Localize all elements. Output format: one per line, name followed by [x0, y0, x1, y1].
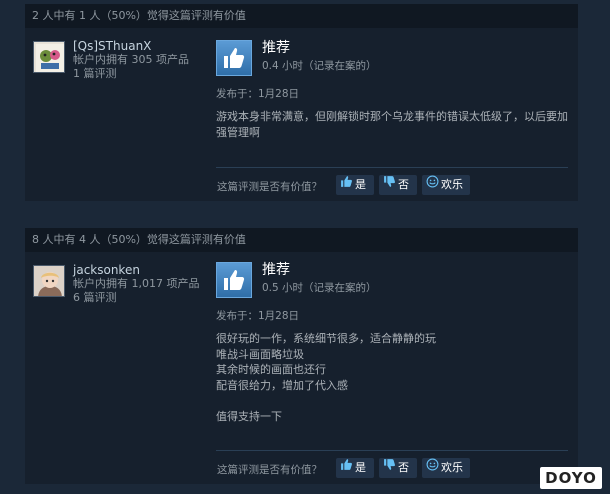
- review-verdict: 推荐 0.5 小时（记录在案的）: [216, 262, 568, 300]
- author-products[interactable]: 帐户内拥有 305 项产品: [73, 53, 213, 67]
- avatar[interactable]: [33, 41, 65, 73]
- posted-date: 发布于：1月28日: [216, 310, 300, 322]
- vote-funny-button[interactable]: 欢乐: [422, 175, 470, 195]
- thumbs-up-icon: [216, 262, 252, 298]
- thumbs-up-icon: [216, 40, 252, 76]
- verdict-label: 推荐: [262, 40, 290, 56]
- thumbs-down-icon: [383, 175, 396, 195]
- vote-funny-button[interactable]: 欢乐: [422, 458, 470, 478]
- author-review-count[interactable]: 1 篇评测: [73, 67, 213, 81]
- smiley-icon: [426, 175, 439, 195]
- review-text: 游戏本身非常满意，但刚解锁时那个乌龙事件的错误太低级了，以后要加强管理啊: [216, 110, 568, 139]
- hours-played: 0.4 小时（记录在案的）: [262, 60, 377, 72]
- vote-funny-label: 欢乐: [441, 178, 463, 191]
- verdict-label: 推荐: [262, 262, 290, 278]
- vote-yes-label: 是: [355, 178, 366, 191]
- review-content: 推荐 0.4 小时（记录在案的） 发布于：1月28日 游戏本身非常满意，但刚解锁…: [216, 40, 568, 140]
- helpful-vote-row: 这篇评测是否有价值？ 是 否 欢乐: [216, 175, 568, 195]
- vote-yes-button[interactable]: 是: [336, 175, 374, 195]
- posted-date: 发布于：1月28日: [216, 88, 300, 100]
- vote-yes-label: 是: [355, 461, 366, 474]
- doyo-watermark: DOYO: [540, 467, 602, 489]
- helpful-question: 这篇评测是否有价值？: [217, 464, 322, 476]
- review-card: 2 人中有 1 人（50%）觉得这篇评测有价值 [Qs]SThuanX 帐户内拥…: [25, 4, 578, 201]
- thumbs-up-icon: [340, 458, 353, 478]
- thumbs-down-icon: [383, 458, 396, 478]
- vote-funny-label: 欢乐: [441, 461, 463, 474]
- vote-no-label: 否: [398, 178, 409, 191]
- vote-yes-button[interactable]: 是: [336, 458, 374, 478]
- smiley-icon: [426, 458, 439, 478]
- helpful-question: 这篇评测是否有价值？: [217, 181, 322, 193]
- review-card: 8 人中有 4 人（50%）觉得这篇评测有价值 jacksonken 帐户内拥有…: [25, 228, 578, 484]
- review-helpful-summary: 8 人中有 4 人（50%）觉得这篇评测有价值: [25, 228, 578, 252]
- thumbs-up-icon: [340, 175, 353, 195]
- review-helpful-summary: 2 人中有 1 人（50%）觉得这篇评测有价值: [25, 4, 578, 28]
- vote-no-label: 否: [398, 461, 409, 474]
- hours-played: 0.5 小时（记录在案的）: [262, 282, 377, 294]
- review-content: 推荐 0.5 小时（记录在案的） 发布于：1月28日 很好玩的一作，系统细节很多…: [216, 262, 568, 424]
- review-text: 很好玩的一作，系统细节很多，适合静静的玩 唯战斗画面略垃圾 其余时候的画面也还行…: [216, 332, 436, 423]
- review-verdict: 推荐 0.4 小时（记录在案的）: [216, 40, 568, 78]
- author-products[interactable]: 帐户内拥有 1,017 项产品: [73, 277, 213, 291]
- vote-no-button[interactable]: 否: [379, 175, 417, 195]
- divider: [216, 167, 568, 168]
- author-name[interactable]: [Qs]SThuanX: [73, 40, 213, 53]
- author-review-count[interactable]: 6 篇评测: [73, 291, 213, 305]
- avatar[interactable]: [33, 265, 65, 297]
- vote-no-button[interactable]: 否: [379, 458, 417, 478]
- helpful-vote-row: 这篇评测是否有价值？ 是 否 欢乐: [216, 458, 568, 478]
- divider: [216, 450, 568, 451]
- author-name[interactable]: jacksonken: [73, 264, 213, 277]
